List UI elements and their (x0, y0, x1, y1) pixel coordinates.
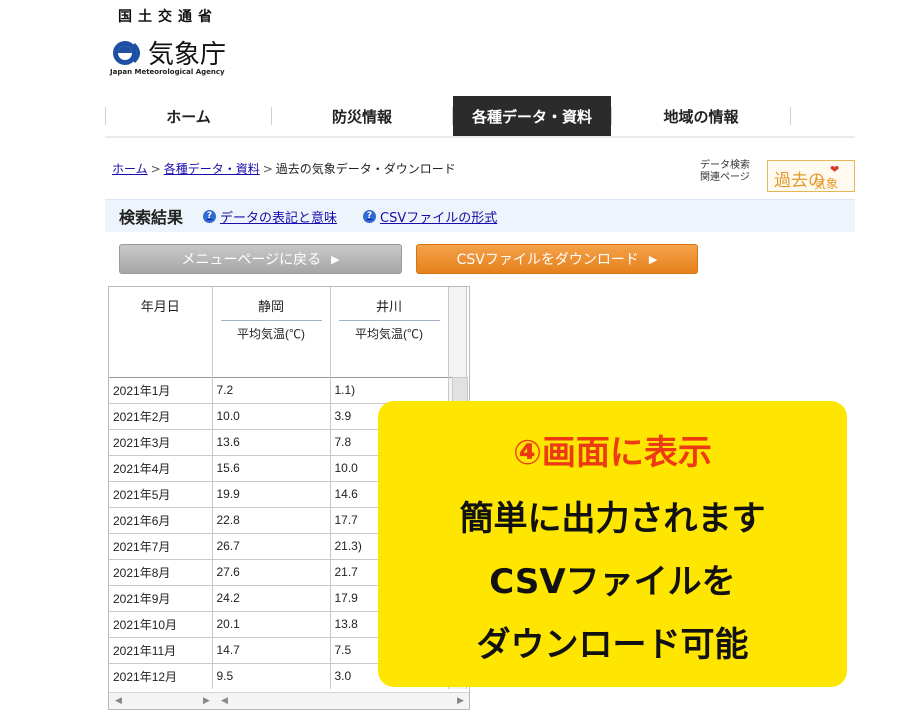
date-cell: 2021年11月 (109, 636, 213, 663)
csv-format-help-label: CSVファイルの形式 (380, 210, 498, 226)
scroll-left-icon[interactable]: ◀ (221, 696, 228, 706)
global-nav: ホーム 防災情報 各種データ・資料 地域の情報 (105, 96, 853, 136)
date-cell: 2021年1月 (109, 376, 213, 403)
jma-logo-icon (110, 38, 144, 68)
date-cell: 2021年12月 (109, 662, 213, 689)
date-cell: 2021年2月 (109, 402, 213, 429)
related-line1: データ検索 (700, 160, 750, 171)
date-cell: 2021年9月 (109, 584, 213, 611)
value-cell: 19.9 (212, 480, 331, 507)
table-row: 2021年1月 7.2 1.1) (109, 376, 467, 403)
results-bar: 検索結果 ? データの表記と意味 ? CSVファイルの形式 (105, 199, 855, 232)
back-to-menu-button[interactable]: メニューページに戻る ▶ (119, 244, 402, 274)
value-cell: 13.6 (212, 428, 331, 455)
back-to-menu-label: メニューページに戻る (181, 252, 322, 268)
scroll-gutter (448, 287, 467, 377)
value-cell: 26.7 (212, 532, 331, 559)
nav-item-region[interactable]: 地域の情報 (612, 96, 790, 136)
nav-underline (105, 136, 855, 138)
station-name: 静岡 (257, 299, 284, 314)
date-cell: 2021年3月 (109, 428, 213, 455)
horizontal-scrollbar[interactable]: ◀ ▶ ◀ ▶ (109, 692, 469, 709)
related-pages-label: データ検索 関連ページ (700, 160, 750, 184)
value-cell: 9.5 (212, 662, 331, 689)
agency-logo[interactable]: 気象庁 (110, 34, 226, 71)
breadcrumb-separator: > (150, 162, 161, 176)
value-cell: 20.1 (212, 610, 331, 637)
notation-help-label: データの表記と意味 (220, 210, 338, 226)
element-name: 平均気温(℃) (338, 320, 440, 342)
breadcrumb-separator: > (262, 162, 273, 176)
csv-download-button[interactable]: CSVファイルをダウンロード ▶ (416, 244, 698, 274)
breadcrumb: ホーム > 各種データ・資料 > 過去の気象データ・ダウンロード (112, 160, 456, 177)
breadcrumb-home-link[interactable]: ホーム (112, 162, 148, 176)
date-column-header: 年月日 (109, 287, 213, 377)
scroll-right-icon[interactable]: ▶ (457, 696, 464, 706)
value-cell: 22.8 (212, 506, 331, 533)
value-cell: 7.2 (212, 376, 331, 403)
station-column-header: 井川 平均気温(℃) (330, 287, 449, 377)
value-cell: 10.0 (212, 402, 331, 429)
heart-icon: ❤ (830, 163, 840, 176)
date-cell: 2021年7月 (109, 532, 213, 559)
csv-format-help-link[interactable]: ? CSVファイルの形式 (363, 207, 497, 226)
ministry-label: 国土交通省 (118, 9, 218, 25)
past-weather-banner[interactable]: 過去の 気象 ❤ (767, 160, 855, 192)
value-cell: 27.6 (212, 558, 331, 585)
scroll-right-icon[interactable]: ▶ (203, 696, 210, 706)
related-line2: 関連ページ (700, 172, 750, 183)
nav-divider (790, 107, 791, 125)
callout-line: CSVファイルを (489, 562, 736, 602)
date-cell: 2021年6月 (109, 506, 213, 533)
play-arrow-icon: ▶ (331, 252, 340, 266)
nav-item-data[interactable]: 各種データ・資料 (453, 96, 611, 136)
station-column-header: 静岡 平均気温(℃) (212, 287, 331, 377)
annotation-callout: ④画面に表示 簡単に出力されます CSVファイルを ダウンロード可能 (378, 401, 847, 687)
date-cell: 2021年10月 (109, 610, 213, 637)
nav-item-home[interactable]: ホーム (106, 96, 271, 136)
date-cell: 2021年8月 (109, 558, 213, 585)
results-title: 検索結果 (119, 208, 184, 227)
date-cell: 2021年4月 (109, 454, 213, 481)
callout-line: 簡単に出力されます (459, 499, 766, 539)
value-cell: 1.1) (330, 376, 449, 403)
station-name: 井川 (375, 299, 402, 314)
value-cell: 15.6 (212, 454, 331, 481)
callout-step-title: ④画面に表示 (513, 433, 712, 473)
element-name: 平均気温(℃) (220, 320, 322, 342)
date-cell: 2021年5月 (109, 480, 213, 507)
breadcrumb-section-link[interactable]: 各種データ・資料 (164, 162, 260, 176)
agency-name: 気象庁 (148, 40, 227, 70)
csv-download-label: CSVファイルをダウンロード (456, 252, 639, 268)
notation-help-link[interactable]: ? データの表記と意味 (203, 207, 337, 226)
scroll-left-icon[interactable]: ◀ (115, 696, 122, 706)
question-icon: ? (203, 209, 217, 223)
agency-name-en: Japan Meteorological Agency (110, 68, 225, 76)
banner-sub-text: 気象 (814, 177, 839, 191)
value-cell: 24.2 (212, 584, 331, 611)
value-cell: 14.7 (212, 636, 331, 663)
nav-item-disaster[interactable]: 防災情報 (272, 96, 452, 136)
callout-line: ダウンロード可能 (476, 625, 749, 665)
question-icon: ? (363, 209, 377, 223)
play-arrow-icon: ▶ (648, 252, 658, 266)
breadcrumb-current: 過去の気象データ・ダウンロード (275, 162, 456, 176)
